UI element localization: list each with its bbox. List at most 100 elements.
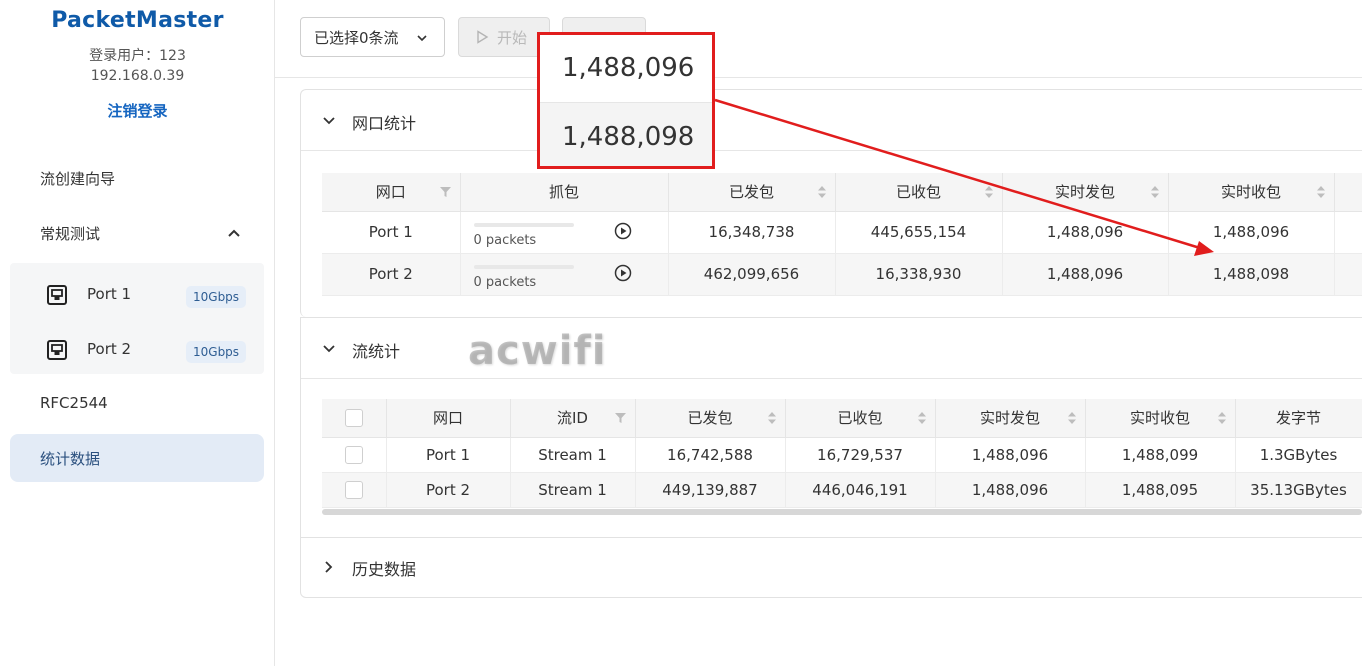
cell-received: 16,729,537 <box>785 437 936 473</box>
row-checkbox[interactable] <box>344 480 363 499</box>
table-row: Port 1 0 packets 16,348,738 445,655,154 … <box>322 211 1362 254</box>
cell-rt-received: 1,488,099 <box>1085 437 1236 473</box>
cell-port: Port 1 <box>386 437 511 473</box>
horizontal-scrollbar[interactable] <box>322 509 1362 515</box>
row-checkbox[interactable] <box>344 445 363 464</box>
sort-icon[interactable] <box>1316 185 1326 199</box>
chevron-up-icon <box>228 229 240 237</box>
sort-icon[interactable] <box>1067 411 1077 425</box>
nav-port-1[interactable]: Port 1 10Gbps <box>10 266 264 321</box>
stream-stats-header[interactable]: 流统计 <box>301 318 1362 379</box>
nav-regular-test-label: 常规测试 <box>40 224 101 243</box>
watermark: acwifi <box>468 328 607 374</box>
chevron-down-icon <box>323 117 335 125</box>
filter-icon[interactable] <box>439 186 452 198</box>
nav-port-2[interactable]: Port 2 10Gbps <box>10 321 264 376</box>
port-stats-title: 网口统计 <box>352 114 417 133</box>
nav-rfc2544-label: RFC2544 <box>40 394 108 412</box>
nav-statistics-label: 统计数据 <box>40 449 101 468</box>
col-header-received[interactable]: 已收包 <box>785 399 936 438</box>
cell-rt-received: 1,488,096 <box>1168 211 1335 254</box>
history-header[interactable]: 历史数据 <box>301 538 1362 597</box>
stream-stats-title: 流统计 <box>352 342 401 361</box>
cell-port: Port 1 <box>322 211 461 254</box>
col-header-label: 已收包 <box>895 183 941 202</box>
table-row: Port 2 Stream 1 449,139,887 446,046,191 … <box>322 472 1362 508</box>
stream-select-label: 已选择0条流 <box>314 28 399 47</box>
history-title: 历史数据 <box>352 560 417 579</box>
play-icon <box>477 30 489 44</box>
nav-regular-test[interactable]: 常规测试 <box>10 209 264 257</box>
col-header-extra <box>1334 173 1362 212</box>
chevron-down-icon <box>417 35 427 42</box>
cell-received: 445,655,154 <box>835 211 1003 254</box>
col-header-label: 已收包 <box>837 409 883 428</box>
select-all-checkbox[interactable] <box>344 409 363 427</box>
cell-extra <box>1334 211 1362 254</box>
cell-bytes: 1.3GBytes <box>1235 437 1362 473</box>
filter-icon[interactable] <box>614 412 627 424</box>
col-header-label: 实时收包 <box>1220 183 1281 202</box>
cell-sent: 449,139,887 <box>635 472 786 508</box>
start-button-label: 开始 <box>497 28 528 47</box>
sort-icon[interactable] <box>917 411 927 425</box>
cell-sent: 16,348,738 <box>668 211 836 254</box>
sort-icon[interactable] <box>1217 411 1227 425</box>
callout-value-2: 1,488,098 <box>540 102 712 166</box>
cell-extra <box>1334 253 1362 296</box>
nav-rfc2544[interactable]: RFC2544 <box>10 379 264 427</box>
history-panel: 历史数据 <box>300 537 1362 598</box>
col-header-rt-sent[interactable]: 实时发包 <box>935 399 1086 438</box>
capture-progress-bar <box>473 222 574 227</box>
ethernet-port-icon <box>47 340 67 360</box>
col-header-received[interactable]: 已收包 <box>835 173 1003 212</box>
logged-in-user: 登录用户：123 <box>89 48 186 64</box>
logout-link[interactable]: 注销登录 <box>0 100 275 121</box>
nav-flow-wizard-label: 流创建向导 <box>40 169 116 188</box>
device-ip: 192.168.0.39 <box>90 68 185 84</box>
col-header-label: 网口 <box>432 409 463 428</box>
play-circle-icon[interactable] <box>614 222 632 240</box>
sort-icon[interactable] <box>984 185 994 199</box>
cell-capture: 0 packets <box>460 253 669 296</box>
nav-flow-wizard[interactable]: 流创建向导 <box>10 154 264 202</box>
col-header-label: 抓包 <box>548 183 579 202</box>
col-header-label: 已发包 <box>687 409 733 428</box>
nav-port-2-label: Port 2 <box>87 340 132 358</box>
play-circle-icon[interactable] <box>614 264 632 282</box>
nav-statistics[interactable]: 统计数据 <box>10 434 264 482</box>
row-select-cell <box>322 472 387 508</box>
col-header-port: 网口 <box>386 399 511 438</box>
col-header-sent[interactable]: 已发包 <box>635 399 786 438</box>
stream-select-dropdown[interactable]: 已选择0条流 <box>300 17 445 57</box>
capture-count: 0 packets <box>473 232 537 248</box>
col-header-port[interactable]: 网口 <box>322 173 461 212</box>
sort-icon[interactable] <box>767 411 777 425</box>
speed-badge: 10Gbps <box>186 286 247 308</box>
cell-port: Port 2 <box>322 253 461 296</box>
port-stats-header[interactable]: 网口统计 <box>301 90 1362 151</box>
col-header-rt-received[interactable]: 实时收包 <box>1085 399 1236 438</box>
chevron-right-icon <box>325 561 333 573</box>
zoom-callout: 1,488,096 1,488,098 <box>537 32 715 169</box>
table-header-row: 网口 抓包 已发包 已收包 实时发包 实时收包 <box>322 173 1362 212</box>
col-header-stream-id[interactable]: 流ID <box>510 399 636 438</box>
cell-rt-received: 1,488,098 <box>1168 253 1335 296</box>
col-header-sent[interactable]: 已发包 <box>668 173 836 212</box>
col-header-rt-received[interactable]: 实时收包 <box>1168 173 1335 212</box>
cell-sent: 462,099,656 <box>668 253 836 296</box>
col-header-bytes: 发字节 <box>1235 399 1362 438</box>
sidebar: PacketMaster 登录用户：123 192.168.0.39 注销登录 … <box>0 0 275 666</box>
col-header-label: 已发包 <box>728 183 774 202</box>
toolbar: 已选择0条流 开始 <box>275 0 1362 78</box>
ethernet-port-icon <box>47 285 67 305</box>
cell-stream-id: Stream 1 <box>510 472 636 508</box>
app-window: PacketMaster 登录用户：123 192.168.0.39 注销登录 … <box>0 0 1362 666</box>
sort-icon[interactable] <box>817 185 827 199</box>
col-header-label: 流ID <box>557 409 588 428</box>
cell-bytes: 35.13GBytes <box>1235 472 1362 508</box>
table-row: Port 1 Stream 1 16,742,588 16,729,537 1,… <box>322 437 1362 473</box>
cell-sent: 16,742,588 <box>635 437 786 473</box>
col-header-rt-sent[interactable]: 实时发包 <box>1002 173 1169 212</box>
sort-icon[interactable] <box>1150 185 1160 199</box>
